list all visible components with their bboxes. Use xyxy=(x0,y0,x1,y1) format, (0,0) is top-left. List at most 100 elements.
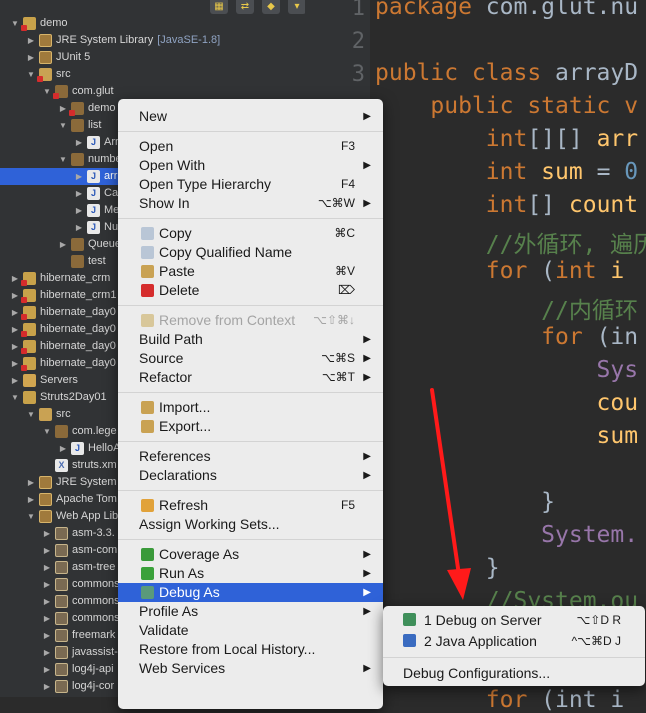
expand-arrow-icon[interactable]: ▼ xyxy=(58,117,68,134)
jar-icon xyxy=(55,629,68,642)
collapse-arrow-icon[interactable]: ▶ xyxy=(10,287,20,304)
toolbar-button[interactable]: ◆ xyxy=(262,0,280,14)
collapse-arrow-icon[interactable]: ▶ xyxy=(10,270,20,287)
collapse-arrow-icon[interactable]: ▶ xyxy=(74,219,84,236)
collapse-arrow-icon[interactable]: ▶ xyxy=(74,202,84,219)
code-line[interactable]: Sys xyxy=(375,357,639,383)
expand-arrow-icon[interactable]: ▼ xyxy=(10,389,20,406)
submenu-arrow-icon: ▶ xyxy=(363,111,371,122)
collapse-arrow-icon[interactable]: ▶ xyxy=(42,678,52,695)
expand-arrow-icon[interactable]: ▼ xyxy=(42,83,52,100)
error-marker-icon xyxy=(21,365,27,371)
collapse-arrow-icon[interactable]: ▶ xyxy=(74,185,84,202)
code-line[interactable]: for (in xyxy=(375,324,638,350)
code-line[interactable]: public static v xyxy=(375,93,638,119)
menu-item-refactor[interactable]: Refactor ⌥⌘T ▶ xyxy=(118,368,383,387)
collapse-arrow-icon[interactable]: ▶ xyxy=(26,491,36,508)
menu-item-profile-as[interactable]: Profile As ▶ xyxy=(118,602,383,621)
menu-item-refresh[interactable]: Refresh F5 xyxy=(118,496,383,515)
collapse-arrow-icon[interactable]: ▶ xyxy=(42,542,52,559)
menu-item-new[interactable]: New ▶ xyxy=(118,107,383,126)
pkg-icon xyxy=(71,153,84,166)
menu-item-show-in[interactable]: Show In ⌥⌘W ▶ xyxy=(118,194,383,213)
toolbar-button[interactable]: ▾ xyxy=(288,0,306,14)
jar-icon xyxy=(55,612,68,625)
tree-row[interactable]: ▼ src xyxy=(0,66,305,83)
menu-item-source[interactable]: Source ⌥⌘S ▶ xyxy=(118,349,383,368)
menu-item-validate[interactable]: Validate xyxy=(118,621,383,640)
collapse-arrow-icon[interactable]: ▶ xyxy=(42,559,52,576)
menu-item-delete[interactable]: Delete ⌦ xyxy=(118,281,383,300)
code-line[interactable]: cou xyxy=(375,390,639,416)
menu-item-build-path[interactable]: Build Path ▶ xyxy=(118,330,383,349)
code-line[interactable]: public class arrayD xyxy=(375,60,638,86)
collapse-arrow-icon[interactable]: ▶ xyxy=(42,525,52,542)
collapse-arrow-icon[interactable]: ▶ xyxy=(42,593,52,610)
toolbar-button[interactable]: ⇄ xyxy=(236,0,254,14)
menu-item-coverage-as[interactable]: Coverage As ▶ xyxy=(118,545,383,564)
code-line[interactable]: } xyxy=(375,489,555,515)
collapse-arrow-icon[interactable]: ▶ xyxy=(10,304,20,321)
collapse-arrow-icon[interactable]: ▶ xyxy=(42,576,52,593)
collapse-arrow-icon[interactable]: ▶ xyxy=(26,32,36,49)
tree-row[interactable]: ▶ JUnit 5 xyxy=(0,49,305,66)
collapse-arrow-icon[interactable]: ▶ xyxy=(58,236,68,253)
tree-row[interactable]: ▶ JRE System Library [JavaSE-1.8] xyxy=(0,32,305,49)
code-line[interactable]: for (int i xyxy=(375,258,625,284)
menu-item-declarations[interactable]: Declarations ▶ xyxy=(118,466,383,485)
collapse-arrow-icon[interactable]: ▶ xyxy=(42,610,52,627)
collapse-arrow-icon[interactable]: ▶ xyxy=(42,661,52,678)
tree-row[interactable]: ▼ demo xyxy=(0,15,305,32)
expand-arrow-icon[interactable]: ▼ xyxy=(26,66,36,83)
collapse-arrow-icon[interactable]: ▶ xyxy=(58,440,68,457)
expand-arrow-icon[interactable]: ▼ xyxy=(26,406,36,423)
collapse-arrow-icon[interactable]: ▶ xyxy=(10,321,20,338)
menu-item-paste[interactable]: Paste ⌘V xyxy=(118,262,383,281)
menu-item-import[interactable]: Import... xyxy=(118,398,383,417)
menu-item-restore-from-local-history[interactable]: Restore from Local History... xyxy=(118,640,383,659)
menu-item-shortcut: F3 xyxy=(340,139,355,153)
code-line[interactable]: } xyxy=(375,555,500,581)
code-line[interactable]: int sum = 0 xyxy=(375,159,638,185)
collapse-arrow-icon[interactable]: ▶ xyxy=(74,134,84,151)
expand-arrow-icon[interactable]: ▼ xyxy=(58,151,68,168)
toolbar-button[interactable]: ▦ xyxy=(210,0,228,14)
code-line[interactable]: //内循环 xyxy=(375,291,638,325)
collapse-arrow-icon[interactable]: ▶ xyxy=(10,372,20,389)
menu-item-copy-qualified-name[interactable]: Copy Qualified Name xyxy=(118,243,383,262)
submenu-item-debug-configurations[interactable]: Debug Configurations... xyxy=(383,663,645,683)
collapse-arrow-icon[interactable]: ▶ xyxy=(74,168,84,185)
collapse-arrow-icon[interactable]: ▶ xyxy=(10,338,20,355)
expand-arrow-icon[interactable]: ▼ xyxy=(10,15,20,32)
tree-row[interactable]: ▼ com.glut xyxy=(0,83,305,100)
menu-item-assign-working-sets[interactable]: Assign Working Sets... xyxy=(118,515,383,534)
menu-item-label: Show In xyxy=(139,195,190,211)
code-line[interactable]: //外循环, 遍历 xyxy=(375,225,646,259)
collapse-arrow-icon[interactable]: ▶ xyxy=(58,100,68,117)
code-line[interactable]: package com.glut.nu xyxy=(375,0,638,20)
menu-separator xyxy=(118,490,383,491)
expand-arrow-icon[interactable]: ▼ xyxy=(42,423,52,440)
collapse-arrow-icon[interactable]: ▶ xyxy=(26,49,36,66)
menu-item-debug-as[interactable]: Debug As ▶ xyxy=(118,583,383,602)
menu-item-copy[interactable]: Copy ⌘C xyxy=(118,224,383,243)
menu-item-references[interactable]: References ▶ xyxy=(118,447,383,466)
collapse-arrow-icon[interactable]: ▶ xyxy=(10,355,20,372)
submenu-item-2-java-application[interactable]: 2 Java Application ^⌥⌘D J xyxy=(383,631,645,651)
collapse-arrow-icon[interactable]: ▶ xyxy=(42,644,52,661)
code-line[interactable]: sum xyxy=(375,423,639,449)
menu-item-open[interactable]: Open F3 xyxy=(118,137,383,156)
menu-item-open-type-hierarchy[interactable]: Open Type Hierarchy F4 xyxy=(118,175,383,194)
menu-item-export[interactable]: Export... xyxy=(118,417,383,436)
code-line[interactable]: int[] count xyxy=(375,192,638,218)
expand-arrow-icon[interactable]: ▼ xyxy=(26,508,36,525)
code-line[interactable]: for (int i xyxy=(375,687,625,713)
collapse-arrow-icon[interactable]: ▶ xyxy=(42,627,52,644)
submenu-item-1-debug-on-server[interactable]: 1 Debug on Server ⌥⇧D R xyxy=(383,610,645,630)
menu-item-web-services[interactable]: Web Services ▶ xyxy=(118,659,383,678)
code-line[interactable]: System. xyxy=(375,522,638,548)
collapse-arrow-icon[interactable]: ▶ xyxy=(26,474,36,491)
code-line[interactable]: int[][] arr xyxy=(375,126,638,152)
menu-item-open-with[interactable]: Open With ▶ xyxy=(118,156,383,175)
menu-item-run-as[interactable]: Run As ▶ xyxy=(118,564,383,583)
